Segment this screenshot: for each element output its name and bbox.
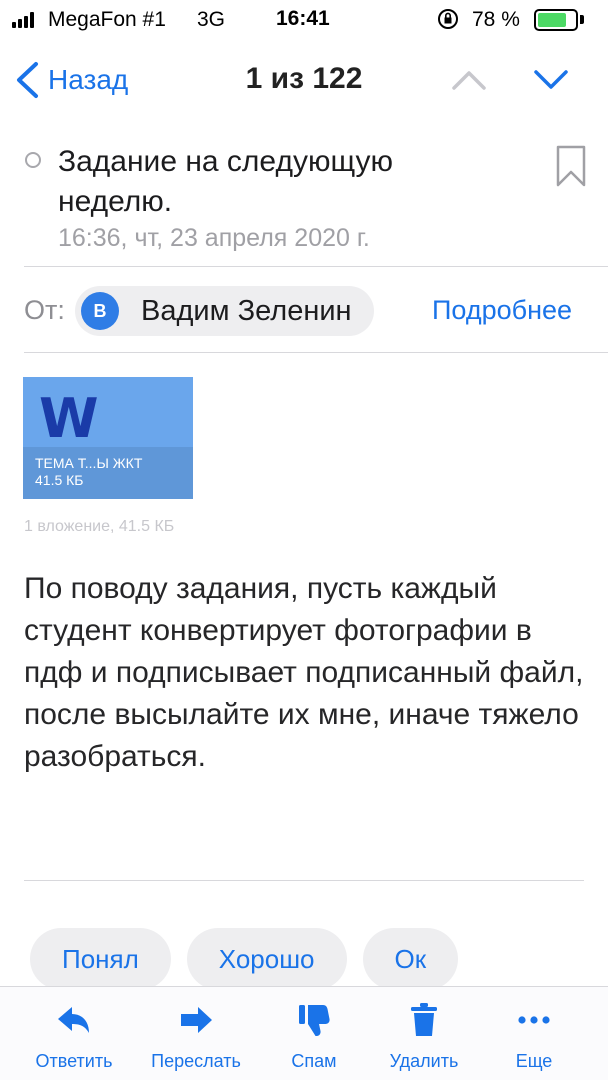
- attachment-tile[interactable]: W ТЕМА Т...Ы ЖКТ 41.5 КБ: [23, 377, 193, 499]
- battery-icon: [534, 9, 578, 31]
- message-counter: 1 из 122: [245, 62, 363, 95]
- avatar: В: [81, 292, 119, 330]
- reply-label: Ответить: [35, 1051, 113, 1071]
- word-document-icon: W: [39, 387, 99, 450]
- divider: [24, 266, 608, 267]
- orientation-lock-icon: [438, 9, 458, 29]
- carrier-name: MegaFon #1: [48, 8, 166, 31]
- unread-indicator-icon[interactable]: [25, 152, 41, 168]
- more-button[interactable]: Еще: [474, 1001, 594, 1072]
- details-link[interactable]: Подробнее: [432, 295, 572, 326]
- thumbs-down-icon: [299, 1005, 330, 1036]
- network-type: 3G: [197, 8, 226, 31]
- attachment-info: ТЕМА Т...Ы ЖКТ 41.5 КБ: [23, 447, 193, 499]
- quick-replies: Понял Хорошо Ок: [30, 928, 459, 990]
- bottom-toolbar: Ответить Переслать Спам Удалить Еще: [0, 986, 608, 1080]
- divider: [24, 880, 584, 881]
- back-label: Назад: [48, 64, 129, 95]
- message-subject: Задание на следующую неделю.: [58, 145, 393, 218]
- attachment-size: 41.5 КБ: [35, 472, 84, 488]
- spam-button[interactable]: Спам: [254, 1001, 374, 1072]
- next-message-chevron-down-icon[interactable]: [532, 64, 570, 94]
- more-dots-icon: [518, 1016, 550, 1024]
- forward-label: Переслать: [151, 1051, 241, 1071]
- bookmark-icon[interactable]: [554, 144, 588, 188]
- quick-reply-button[interactable]: Понял: [30, 928, 171, 990]
- battery-percent: 78 %: [472, 8, 520, 31]
- attachment-name: ТЕМА Т...Ы ЖКТ: [35, 455, 143, 471]
- reply-arrow-icon: [58, 1007, 89, 1033]
- status-bar: MegaFon #1 3G 16:41 78 %: [0, 0, 608, 40]
- trash-icon: [411, 1003, 437, 1036]
- sender-chip[interactable]: В Вадим Зеленин: [75, 286, 374, 336]
- more-label: Еще: [515, 1051, 553, 1071]
- previous-message-chevron-up-icon[interactable]: [450, 64, 488, 94]
- quick-reply-button[interactable]: Хорошо: [186, 928, 347, 990]
- message-body: По поводу задания, пусть каждый студент …: [24, 572, 584, 773]
- attachment-summary: 1 вложение, 41.5 КБ: [24, 518, 175, 535]
- delete-label: Удалить: [389, 1051, 459, 1071]
- status-time: 16:41: [276, 7, 330, 30]
- spam-label: Спам: [291, 1051, 337, 1071]
- forward-button[interactable]: Переслать: [136, 1001, 256, 1072]
- divider: [24, 352, 608, 353]
- delete-button[interactable]: Удалить: [364, 1001, 484, 1072]
- forward-arrow-icon: [181, 1007, 212, 1033]
- message-date: 16:36, чт, 23 апреля 2020 г.: [58, 224, 370, 252]
- battery-level: [538, 13, 567, 27]
- from-label: От:: [24, 295, 65, 325]
- back-button[interactable]: Назад: [14, 58, 128, 102]
- signal-strength-icon: [12, 12, 34, 28]
- reply-button[interactable]: Ответить: [14, 1001, 134, 1072]
- quick-reply-button[interactable]: Ок: [362, 928, 459, 990]
- battery-cap: [580, 15, 584, 24]
- chevron-left-icon: [17, 62, 38, 98]
- sender-name: Вадим Зеленин: [141, 294, 352, 327]
